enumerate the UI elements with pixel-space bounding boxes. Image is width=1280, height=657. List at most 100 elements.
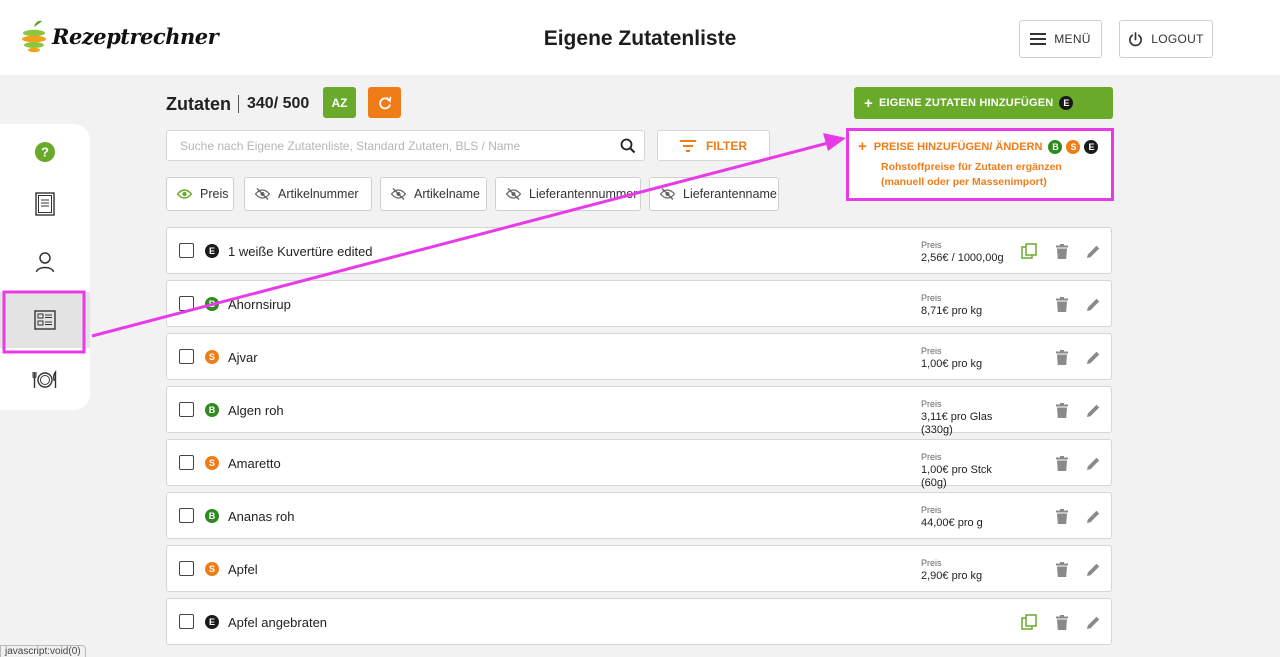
table-row[interactable]: S Ajvar Preis 1,00€ pro kg [166,333,1112,380]
edit-pencil-icon[interactable] [1083,506,1103,526]
trash-icon[interactable] [1052,294,1072,314]
price-label: Preis [921,558,942,568]
table-row[interactable]: E 1 weiße Kuvertüre edited Preis 2,56€ / 10… [166,227,1112,274]
chip-artikelname[interactable]: Artikelname [380,177,487,211]
badge-b: B [1048,139,1063,154]
trash-icon[interactable] [1052,347,1072,367]
filter-button[interactable]: FILTER [657,130,770,161]
source-badge: S [205,456,219,470]
eye-slash-icon [391,188,406,200]
row-checkbox[interactable] [179,508,194,523]
edit-pencil-icon[interactable] [1083,453,1103,473]
price-line-1: 2,90€ pro kg [921,570,983,582]
row-checkbox[interactable] [179,561,194,576]
sidebar-item-profile[interactable] [0,234,90,290]
eye-slash-icon [506,188,521,200]
chip-lieferantennummer[interactable]: Lieferantennummer [495,177,641,211]
plus-icon: + [864,94,873,112]
add-prices-button[interactable]: + PREISE HINZUFÜGEN/ ÄNDERN B S E [858,138,1102,155]
ingredient-name: Ananas roh [228,509,295,524]
chip-artikelnummer[interactable]: Artikelnummer [244,177,372,211]
user-icon [35,252,55,273]
copy-icon[interactable] [1019,241,1039,261]
sort-az-icon: AZ [331,95,348,110]
sidebar-item-help[interactable]: ? [0,124,90,180]
source-badge: S [205,562,219,576]
table-row[interactable]: B Ananas roh Preis 44,00€ pro g [166,492,1112,539]
annotation-arrow-head [823,133,846,151]
price-value: 2,90€ pro kg [921,570,1011,583]
ingredient-name: 1 weiße Kuvertüre edited [228,244,373,259]
add-own-ingredients-button[interactable]: + EIGENE ZUTATEN HINZUFÜGEN E [854,87,1113,119]
chip-preis[interactable]: Preis [166,177,234,211]
table-row[interactable]: B Ahornsirup Preis 8,71€ pro kg [166,280,1112,327]
badge-e: E [1059,96,1074,110]
search-field[interactable] [166,130,645,161]
sidebar-item-ingredients[interactable] [0,292,90,348]
title-divider [238,95,239,113]
edit-pencil-icon[interactable] [1083,559,1103,579]
trash-icon[interactable] [1052,612,1072,632]
badge-e: E [1084,139,1099,154]
ingredient-list-icon [34,310,56,330]
price-value: 2,56€ / 1000,00g [921,252,1011,265]
trash-icon[interactable] [1052,400,1072,420]
refresh-button[interactable] [368,87,401,118]
logout-button[interactable]: LOGOUT [1119,20,1213,58]
refresh-icon [378,96,391,109]
source-badge: S [205,350,219,364]
row-checkbox[interactable] [179,402,194,417]
sort-az-button[interactable]: AZ [323,87,356,118]
row-checkbox[interactable] [179,243,194,258]
sidebar-item-recipes[interactable] [0,176,90,232]
trash-icon[interactable] [1052,506,1072,526]
edit-pencil-icon[interactable] [1083,241,1103,261]
source-badge: B [205,403,219,417]
menu-button[interactable]: MENÜ [1019,20,1102,58]
table-row[interactable]: B Algen roh Preis 3,11€ pro Glas (330g) [166,386,1112,436]
table-row[interactable]: S Amaretto Preis 1,00€ pro Stck (60g) [166,439,1112,489]
table-row[interactable]: E Apfel angebraten [166,598,1112,645]
chip-label: Lieferantenname [683,187,777,201]
ingredient-name: Algen roh [228,403,284,418]
add-prices-label: PREISE HINZUFÜGEN/ ÄNDERN [873,140,1043,153]
chip-label: Artikelnummer [278,187,359,201]
price-line-1: 2,56€ / 1000,00g [921,252,1004,264]
edit-pencil-icon[interactable] [1083,612,1103,632]
source-badge: E [205,244,219,258]
trash-icon[interactable] [1052,241,1072,261]
chip-lieferantenname[interactable]: Lieferantenname [649,177,779,211]
price-value: 1,00€ pro Stck (60g) [921,464,1011,490]
row-checkbox[interactable] [179,296,194,311]
ingredient-name: Apfel angebraten [228,615,328,630]
search-input[interactable] [167,131,597,160]
logout-label: LOGOUT [1151,32,1204,46]
price-line-1: 44,00€ pro g [921,517,983,529]
recipe-icon [35,192,55,216]
edit-pencil-icon[interactable] [1083,347,1103,367]
status-bar-link: javascript:void(0) [0,645,86,657]
price-panel-desc-line2: (manuell oder per Massenimport) [881,176,1047,188]
copy-icon[interactable] [1019,612,1039,632]
price-panel-description: Rohstoffpreise für Zutaten ergänzen (man… [858,160,1102,190]
row-checkbox[interactable] [179,349,194,364]
ingredient-name: Amaretto [228,456,281,471]
table-row[interactable]: S Apfel Preis 2,90€ pro kg [166,545,1112,592]
sidebar-item-menus[interactable] [0,352,90,408]
eye-slash-icon [255,188,270,200]
edit-pencil-icon[interactable] [1083,400,1103,420]
trash-icon[interactable] [1052,453,1072,473]
filter-label: FILTER [705,138,748,153]
trash-icon[interactable] [1052,559,1072,579]
price-value: 8,71€ pro kg [921,305,1011,318]
row-checkbox[interactable] [179,455,194,470]
row-checkbox[interactable] [179,614,194,629]
price-label: Preis [921,240,942,250]
search-icon[interactable] [620,138,636,154]
edit-pencil-icon[interactable] [1083,294,1103,314]
plus-icon: + [858,138,867,155]
power-icon [1129,31,1143,46]
ingredient-count: 340/ 500 [247,95,310,112]
price-label: Preis [921,293,942,303]
price-label: Preis [921,505,942,515]
